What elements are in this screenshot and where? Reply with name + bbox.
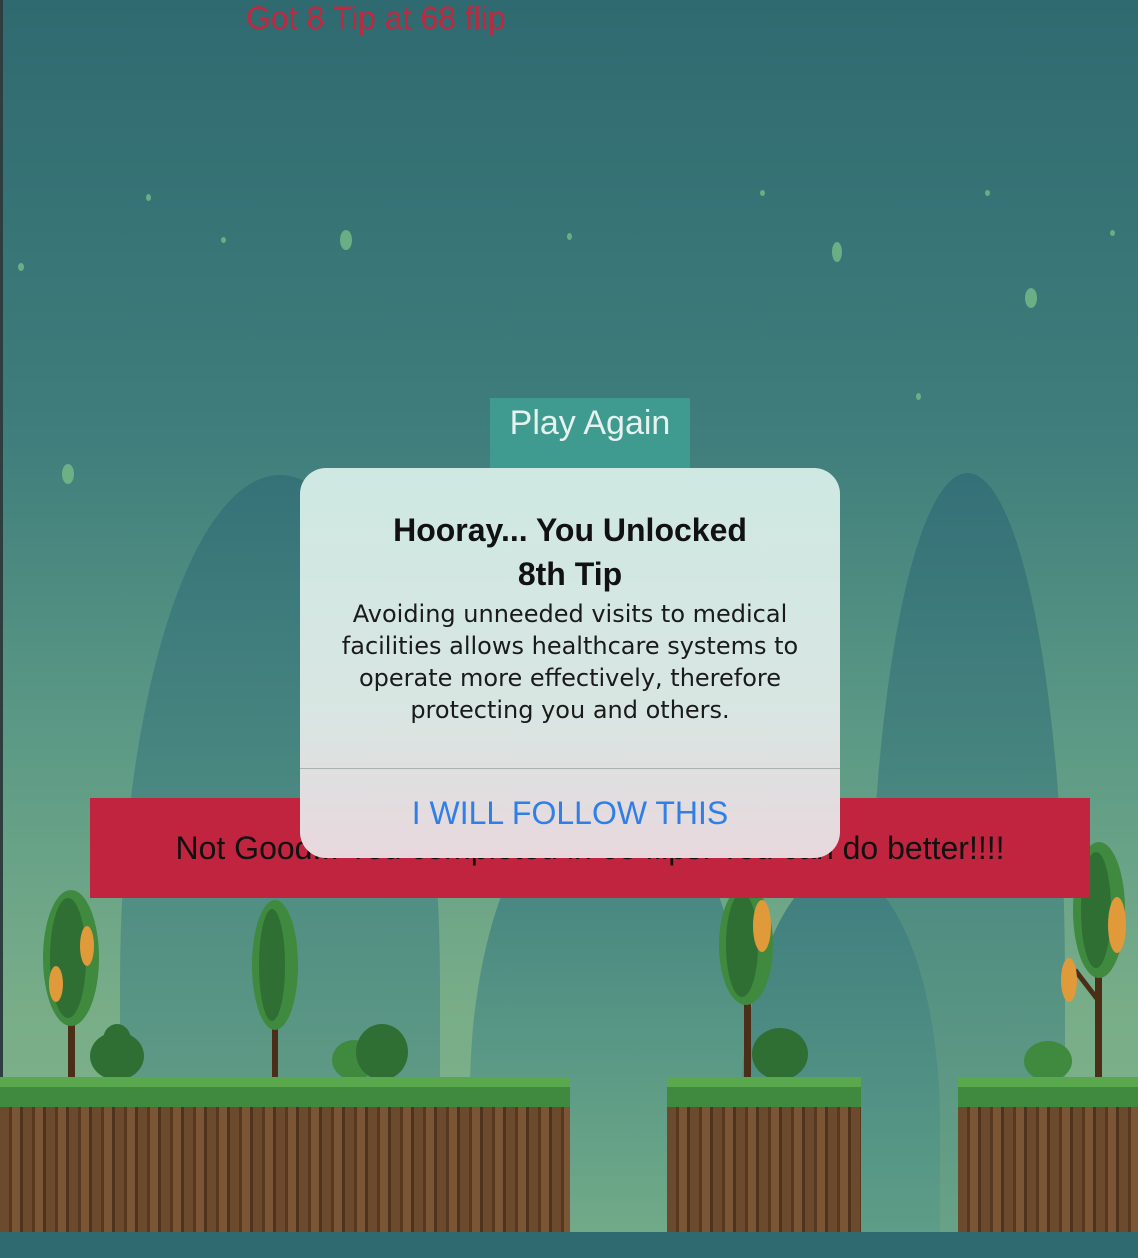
- star: [832, 242, 842, 262]
- follow-tip-button[interactable]: I WILL FOLLOW THIS: [300, 769, 840, 858]
- bush-icon: [332, 1024, 408, 1078]
- window-edge: [0, 0, 3, 1258]
- ground-platform: [0, 1077, 570, 1232]
- bush-icon: [90, 1024, 144, 1078]
- tree-icon: [252, 900, 298, 1080]
- game-scene: Got 8 Tip at 68 flip Play Again Not Good…: [0, 0, 1138, 1258]
- ground-platform: [958, 1077, 1138, 1232]
- play-again-button[interactable]: Play Again: [490, 398, 690, 470]
- bush-icon: [1024, 1041, 1072, 1079]
- star: [62, 464, 74, 484]
- star: [916, 393, 921, 400]
- bush-icon: [752, 1028, 808, 1078]
- star: [1110, 230, 1115, 236]
- star: [340, 230, 352, 250]
- alert-title-line2: 8th Tip: [517, 556, 623, 592]
- alert-message: Avoiding unneeded visits to medical faci…: [341, 600, 799, 724]
- tip-alert-dialog: Hooray... You Unlocked 8th Tip Avoiding …: [300, 468, 840, 858]
- alert-title-line1: Hooray... You Unlocked: [393, 512, 747, 548]
- star: [985, 190, 990, 196]
- ground-platform: [667, 1077, 861, 1232]
- star: [1025, 288, 1037, 308]
- play-again-label: Play Again: [509, 404, 671, 442]
- star: [221, 237, 226, 243]
- tip-status-label: Got 8 Tip at 68 flip: [246, 0, 506, 36]
- star: [146, 194, 151, 201]
- star: [567, 233, 572, 240]
- star: [760, 190, 765, 196]
- alert-title: Hooray... You Unlocked 8th Tip: [300, 508, 840, 596]
- star: [18, 263, 24, 271]
- bottom-water: [0, 1232, 1138, 1258]
